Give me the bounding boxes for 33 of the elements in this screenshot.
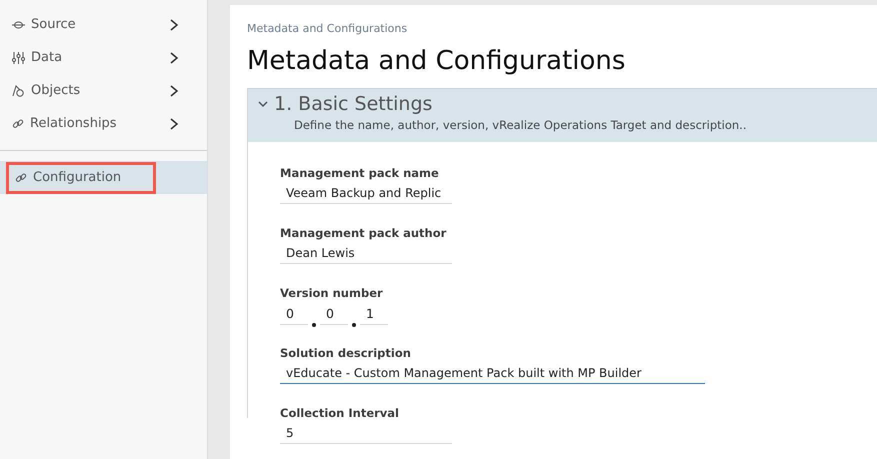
chevron-icon (169, 18, 179, 30)
sidebar-item[interactable]: Objects (12, 74, 195, 106)
input-field[interactable]: Dean Lewis (280, 244, 452, 264)
version-field[interactable]: 0 (320, 304, 348, 325)
chevron-icon (169, 118, 179, 130)
field-label: Collection Interval (280, 406, 400, 420)
sidebar-item[interactable]: Relationships (12, 108, 195, 140)
sliders-icon (12, 52, 25, 64)
field-label: Version number (280, 286, 384, 300)
field-label: Management pack name (280, 166, 440, 180)
chevron-icon (169, 52, 179, 64)
input-field[interactable]: vEducate - Custom Management Pack built with MP Builder (280, 364, 705, 384)
page-title: Metadata and Configurations (247, 46, 626, 76)
link-icon (15, 172, 27, 184)
dot-icon (352, 323, 356, 327)
sidebar-item[interactable]: Source (12, 8, 195, 40)
input-field[interactable]: Veeam Backup and Replic (280, 184, 452, 204)
breadcrumb-link[interactable]: Metadata and Configurations (247, 22, 408, 35)
sidebar-item[interactable]: Data (12, 42, 195, 74)
section-header[interactable]: 1. Basic Settings Define the name, author, version, vRealize Operations Target and description.. (248, 88, 877, 142)
shapes-icon (12, 84, 25, 96)
field-label: Solution description (280, 346, 412, 360)
chevron-icon (169, 84, 179, 96)
version-field[interactable]: 1 (360, 304, 388, 325)
sidebar-item[interactable]: Configuration (6, 162, 156, 194)
dot-icon (312, 323, 316, 327)
eye-icon (12, 20, 25, 28)
section-description: Define the name, author, version, vRealize Operations Target and description.. (293, 118, 748, 132)
section-title: 1. Basic Settings (274, 93, 432, 115)
input-field[interactable]: 5 (280, 424, 452, 444)
link-icon (12, 118, 24, 130)
version-field[interactable]: 0 (280, 304, 308, 325)
field-label: Management pack author (280, 226, 448, 240)
